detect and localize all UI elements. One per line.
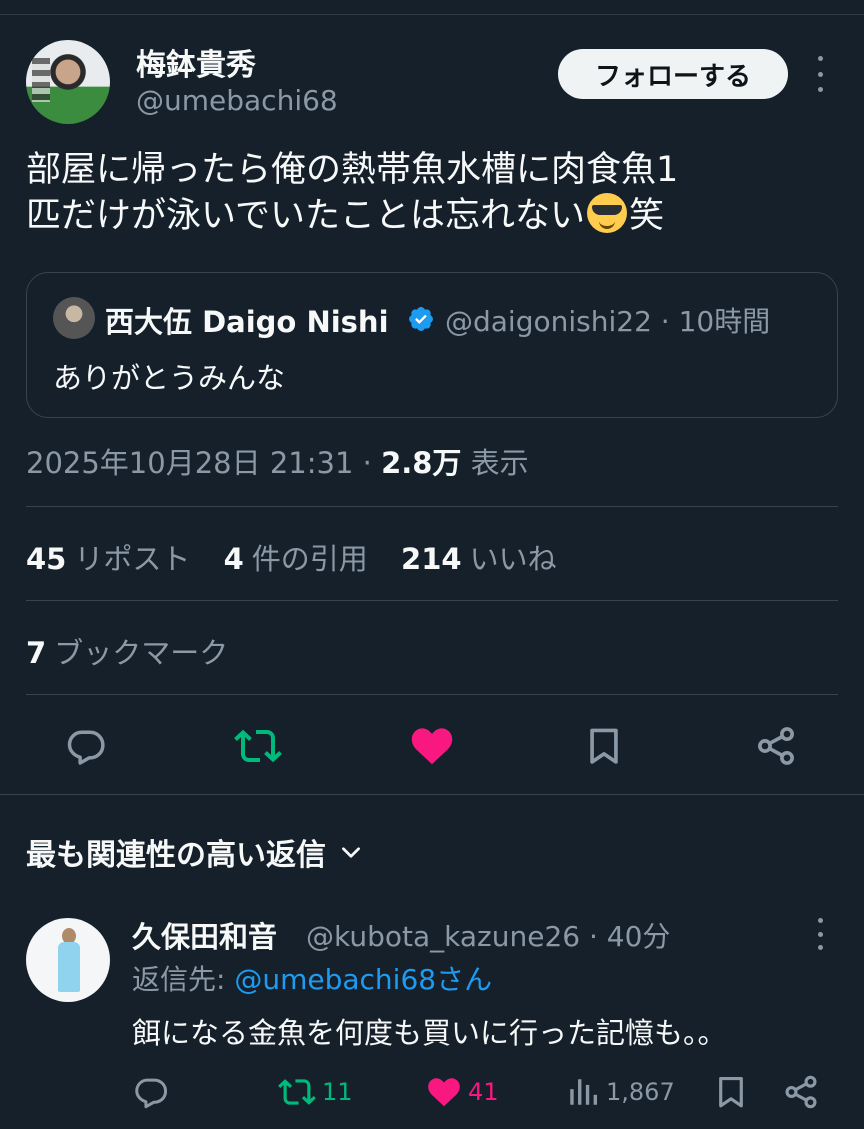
tweet-text-line2-a: 匹だけが泳いでいたことは忘れない [26, 196, 585, 236]
reply-text: 餌になる金魚を何度も買いに行った記憶も。。 [132, 1016, 727, 1050]
author-handle[interactable]: @umebachi68 [136, 84, 338, 117]
reposts-stat[interactable]: 45 リポスト [26, 542, 190, 576]
reply-to-prefix: 返信先: [132, 963, 235, 996]
reply-handle-time: @kubota_kazune26 · 40分 [306, 920, 671, 953]
quote-text: ありがとうみんな [53, 361, 286, 395]
reply-bookmark-button[interactable] [712, 1070, 750, 1114]
author-avatar[interactable] [26, 40, 110, 124]
reply-repost-count: 11 [322, 1078, 353, 1106]
reply-repost-button[interactable]: 11 [278, 1070, 353, 1114]
views-label: 表示 [461, 446, 529, 480]
reply-icon [135, 1078, 168, 1109]
more-options-icon[interactable] [808, 56, 832, 92]
tweet-text: 部屋に帰ったら俺の熱帯魚水槽に肉食魚1 匹だけが泳いでいたことは忘れない 笑 [26, 148, 826, 239]
bookmark-icon [590, 728, 618, 764]
analytics-icon [570, 1079, 598, 1105]
like-button[interactable] [402, 716, 462, 776]
reply-to-line: 返信先: @umebachi68さん [132, 958, 492, 998]
tweet-datetime[interactable]: 2025年10月28日 21:31 · [26, 446, 381, 480]
bookmarks-stat: 7 ブックマーク [26, 636, 229, 670]
replies-sort-label: 最も関連性の高い返信 [26, 838, 326, 873]
tweet-text-line2: 匹だけが泳いでいたことは忘れない 笑 [26, 193, 826, 239]
reply-to-link[interactable]: @umebachi68さん [234, 963, 492, 996]
tweet-text-line2-b: 笑 [628, 196, 664, 236]
reply-icon [67, 730, 105, 765]
bookmark-button[interactable] [574, 716, 634, 776]
engagement-stats: 45 リポスト 4 件の引用 214 いいね [26, 536, 557, 578]
reply-more-options-icon[interactable] [808, 918, 832, 950]
reply-view-count: 1,867 [606, 1078, 675, 1106]
bookmark-icon [719, 1076, 743, 1108]
likes-stat[interactable]: 214 いいね [401, 542, 557, 576]
share-button[interactable] [746, 716, 806, 776]
action-bar [0, 716, 864, 776]
sunglasses-emoji-icon [586, 193, 627, 233]
repost-button[interactable] [228, 716, 288, 776]
reply-like-count: 41 [468, 1078, 499, 1106]
quote-author-name: 西大伍 Daigo Nishi [105, 305, 389, 339]
quoted-tweet[interactable]: 西大伍 Daigo Nishi @daigonishi22 · 10時間 ありが… [26, 272, 838, 418]
replies-sort-dropdown[interactable]: 最も関連性の高い返信 [26, 830, 364, 874]
reply-author-name[interactable]: 久保田和音 [132, 914, 277, 956]
reply-author-avatar[interactable] [26, 918, 110, 1002]
quote-avatar [53, 297, 95, 339]
reply-action-bar: 11 41 1,867 [0, 1070, 864, 1114]
chevron-down-icon [342, 847, 360, 858]
heart-filled-icon [411, 728, 453, 765]
view-count: 2.8万 [381, 446, 462, 480]
repost-icon [278, 1079, 316, 1105]
quote-handle-time: @daigonishi22 · 10時間 [445, 305, 771, 338]
reply-reply-button[interactable] [132, 1070, 170, 1114]
heart-filled-icon [428, 1078, 460, 1107]
repost-icon [234, 729, 282, 763]
follow-button[interactable]: フォローする [558, 49, 788, 99]
reply-views-button[interactable]: 1,867 [566, 1070, 675, 1114]
tweet-text-line1: 部屋に帰ったら俺の熱帯魚水槽に肉食魚1 [26, 150, 679, 190]
reply-share-button[interactable] [782, 1070, 820, 1114]
section-divider [0, 794, 864, 795]
divider [26, 694, 838, 695]
author-name[interactable]: 梅鉢貴秀 [136, 40, 256, 84]
top-divider [0, 14, 864, 15]
reply-like-button[interactable]: 41 [426, 1070, 499, 1114]
share-icon [785, 1075, 817, 1109]
divider [26, 600, 838, 601]
quotes-stat[interactable]: 4 件の引用 [224, 542, 368, 576]
share-icon [758, 727, 794, 765]
reply-button[interactable] [56, 716, 116, 776]
divider [26, 506, 838, 507]
tweet-meta: 2025年10月28日 21:31 · 2.8万 表示 [26, 440, 529, 482]
verified-badge-icon [409, 307, 433, 331]
